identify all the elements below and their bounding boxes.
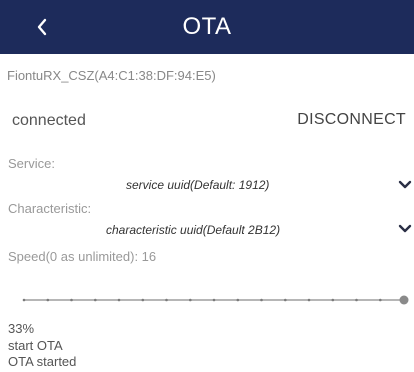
speed-slider[interactable] (16, 292, 410, 308)
device-name: FiontuRX_CSZ(A4:C1:38:DF:94:E5) (7, 68, 216, 83)
slider-tick (189, 298, 192, 302)
slider-tick (212, 298, 216, 302)
service-label: Service: (8, 156, 55, 171)
slider-tick (70, 298, 73, 302)
slider-tick (260, 298, 263, 302)
slider-tick (331, 298, 335, 302)
slider-tick (379, 298, 382, 302)
back-button[interactable] (30, 12, 54, 42)
ota-progress: 33% (8, 321, 35, 336)
app-bar: OTA (0, 0, 414, 54)
service-select[interactable]: service uuid(Default: 1912) (126, 178, 269, 192)
connection-status: connected (12, 112, 86, 129)
slider-tick (22, 298, 26, 302)
chevron-down-icon (398, 224, 412, 234)
slider-tick (94, 298, 97, 302)
log-line-started: OTA started (8, 354, 77, 369)
disconnect-button[interactable]: DISCONNECT (297, 111, 406, 129)
ota-screen: OTA FiontuRX_CSZ(A4:C1:38:DF:94:E5) conn… (0, 0, 414, 372)
log-line-start: start OTA (8, 338, 63, 353)
chevron-down-icon (398, 180, 412, 190)
slider-tick (46, 298, 50, 302)
page-title: OTA (182, 13, 232, 40)
slider-tick (284, 298, 287, 302)
slider-tick (141, 298, 145, 302)
slider-tick (236, 298, 240, 302)
chevron-left-icon (36, 18, 48, 36)
characteristic-dropdown-chevron[interactable] (398, 224, 412, 234)
slider-tick (117, 298, 121, 302)
speed-label: Speed(0 as unlimited): 16 (8, 249, 157, 264)
service-dropdown-chevron[interactable] (398, 180, 412, 190)
slider-tick (355, 298, 358, 302)
characteristic-select[interactable]: characteristic uuid(Default 2B12) (106, 223, 280, 237)
slider-tick (307, 298, 311, 302)
characteristic-label: Characteristic: (8, 201, 92, 216)
slider-tick (165, 298, 168, 302)
slider-thumb (399, 295, 409, 305)
